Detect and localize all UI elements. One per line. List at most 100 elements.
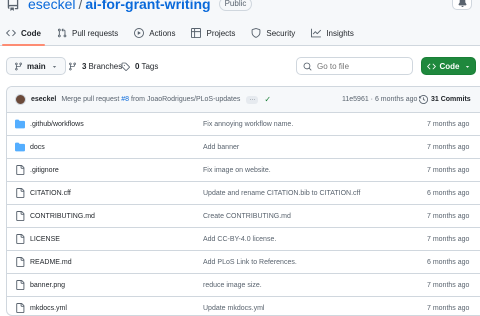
tab-actions[interactable]: Actions — [134, 22, 175, 44]
commit-hash-time[interactable]: 11e5961 · 6 months ago — [342, 96, 417, 103]
tab-label: Security — [266, 28, 296, 38]
pr-link[interactable]: #8 — [121, 96, 129, 103]
tab-pull-requests[interactable]: Pull requests — [57, 22, 118, 44]
file-commit-message[interactable]: Update mkdocs.yml — [203, 305, 264, 312]
shield-icon — [252, 28, 261, 38]
branch-icon — [15, 62, 22, 70]
branches-label: Branches — [88, 61, 123, 71]
file-icon — [15, 303, 25, 313]
file-row[interactable]: LICENSE Add CC-BY-4.0 license. 7 months ag… — [7, 228, 480, 251]
commits-count: 31 Commits — [431, 96, 471, 103]
file-commit-date: 7 months ago — [427, 212, 470, 220]
branches-count: 3 — [82, 61, 87, 71]
commit-message-prefix: Merge pull request — [61, 96, 120, 103]
file-name-link[interactable]: docs — [30, 144, 45, 151]
file-commit-date: 7 months ago — [427, 304, 470, 312]
tab-code[interactable]: Code — [2, 22, 45, 46]
go-to-file-input[interactable] — [317, 61, 407, 71]
tags-link[interactable]: 0 Tags — [121, 57, 158, 75]
go-to-file-search[interactable] — [296, 57, 413, 75]
graph-icon — [311, 28, 322, 38]
tab-security[interactable]: Security — [251, 22, 295, 44]
file-commit-date: 7 months ago — [427, 235, 470, 243]
file-row[interactable]: CITATION.cff Update and rename CITATION.b… — [7, 182, 480, 205]
notification-button[interactable] — [452, 0, 472, 10]
repo-title: eseckel / ai-for-grant-writing Public — [6, 0, 253, 13]
repo-separator: / — [78, 0, 83, 12]
commits-count-link[interactable]: 31 Commits — [419, 95, 471, 104]
pull-request-icon — [57, 28, 67, 38]
file-commit-message[interactable]: Fix image on website. — [203, 167, 271, 174]
repo-owner-link[interactable]: eseckel — [28, 0, 75, 12]
file-commit-date: 7 months ago — [427, 120, 470, 128]
search-icon — [303, 62, 312, 70]
branch-name: main — [27, 61, 46, 71]
file-name-link[interactable]: LICENSE — [30, 236, 60, 243]
triangle-down-icon — [465, 65, 469, 68]
file-icon — [15, 257, 25, 267]
play-icon — [134, 28, 145, 38]
file-name-link[interactable]: README.md — [30, 259, 72, 266]
tag-icon — [121, 62, 130, 71]
file-row[interactable]: README.md Add PLoS Link to References. 6 m… — [7, 251, 480, 274]
file-rows: .github/workflows Fix annoying workflow n… — [7, 113, 480, 315]
triangle-down-icon — [52, 65, 56, 68]
file-name-link[interactable]: .github/workflows — [30, 121, 84, 128]
file-commit-message[interactable]: reduce image size. — [203, 282, 262, 289]
file-name-link[interactable]: CONTRIBUTING.md — [30, 213, 95, 220]
file-commit-message[interactable]: Create CONTRIBUTING.md — [203, 213, 291, 220]
code-dropdown-button[interactable]: Code — [421, 57, 476, 75]
file-row[interactable]: banner.png reduce image size. 7 months ago — [7, 274, 480, 297]
file-commit-message[interactable]: Add PLoS Link to References. — [203, 259, 297, 266]
tab-label: Pull requests — [72, 28, 119, 38]
file-commit-message[interactable]: Add banner — [203, 144, 239, 151]
code-icon — [6, 29, 16, 37]
branch-select-button[interactable]: main — [6, 57, 66, 75]
branches-link[interactable]: 3 Branches — [68, 57, 122, 75]
tab-label: Actions — [149, 28, 176, 38]
file-row[interactable]: .gitignore Fix image on website. 7 months … — [7, 159, 480, 182]
file-icon — [15, 165, 25, 175]
avatar[interactable] — [15, 94, 26, 105]
file-icon — [15, 188, 25, 198]
tab-label: Insights — [326, 28, 354, 38]
tab-label: Code — [21, 28, 41, 38]
table-icon — [191, 28, 202, 38]
file-commit-date: 6 months ago — [427, 258, 470, 266]
file-name-link[interactable]: banner.png — [30, 282, 65, 289]
file-row[interactable]: CONTRIBUTING.md Create CONTRIBUTING.md 7 m… — [7, 205, 480, 228]
repo-name-link[interactable]: ai-for-grant-writing — [85, 0, 210, 12]
file-list: eseckel Merge pull request #8 from JoaoR… — [6, 86, 480, 316]
code-button-label: Code — [439, 61, 460, 71]
file-row[interactable]: .github/workflows Fix annoying workflow n… — [7, 113, 480, 136]
tab-projects[interactable]: Projects — [191, 22, 235, 44]
tab-insights[interactable]: Insights — [311, 22, 354, 44]
file-name-link[interactable]: .gitignore — [30, 167, 59, 174]
file-commit-date: 6 months ago — [427, 189, 470, 197]
file-icon — [15, 234, 25, 244]
expand-message-button[interactable]: ··· — [246, 95, 259, 104]
file-commit-date: 7 months ago — [427, 281, 470, 289]
repo-icon — [6, 0, 20, 11]
tags-count: 0 — [135, 61, 140, 71]
file-commit-date: 7 months ago — [427, 143, 470, 151]
folder-icon — [15, 142, 25, 152]
branch-icon — [69, 62, 76, 70]
file-name-link[interactable]: CITATION.cff — [30, 190, 71, 197]
file-commit-message[interactable]: Update and rename CITATION.bib to CITATI… — [203, 190, 360, 197]
file-commit-date: 7 months ago — [427, 166, 470, 174]
tab-label: Projects — [206, 28, 236, 38]
file-commit-message[interactable]: Fix annoying workflow name. — [203, 121, 293, 128]
history-icon — [419, 95, 428, 104]
bell-icon — [458, 0, 466, 7]
file-commit-message[interactable]: Add CC-BY-4.0 license. — [203, 236, 276, 243]
repo-nav-tabs: Code Pull requests Actions Projects Secu… — [2, 22, 370, 46]
check-icon[interactable]: ✓ — [264, 95, 271, 104]
file-row[interactable]: docs Add banner 7 months ago — [7, 136, 480, 159]
file-toolbar: main 3 Branches 0 Tags Code — [0, 57, 480, 77]
repo-header: eseckel / ai-for-grant-writing Public Co… — [0, 0, 480, 46]
file-icon — [15, 280, 25, 290]
file-name-link[interactable]: mkdocs.yml — [30, 305, 67, 312]
commit-author[interactable]: eseckel — [31, 96, 56, 103]
commit-message[interactable]: Merge pull request #8 from JoaoRodrigues… — [61, 96, 240, 103]
